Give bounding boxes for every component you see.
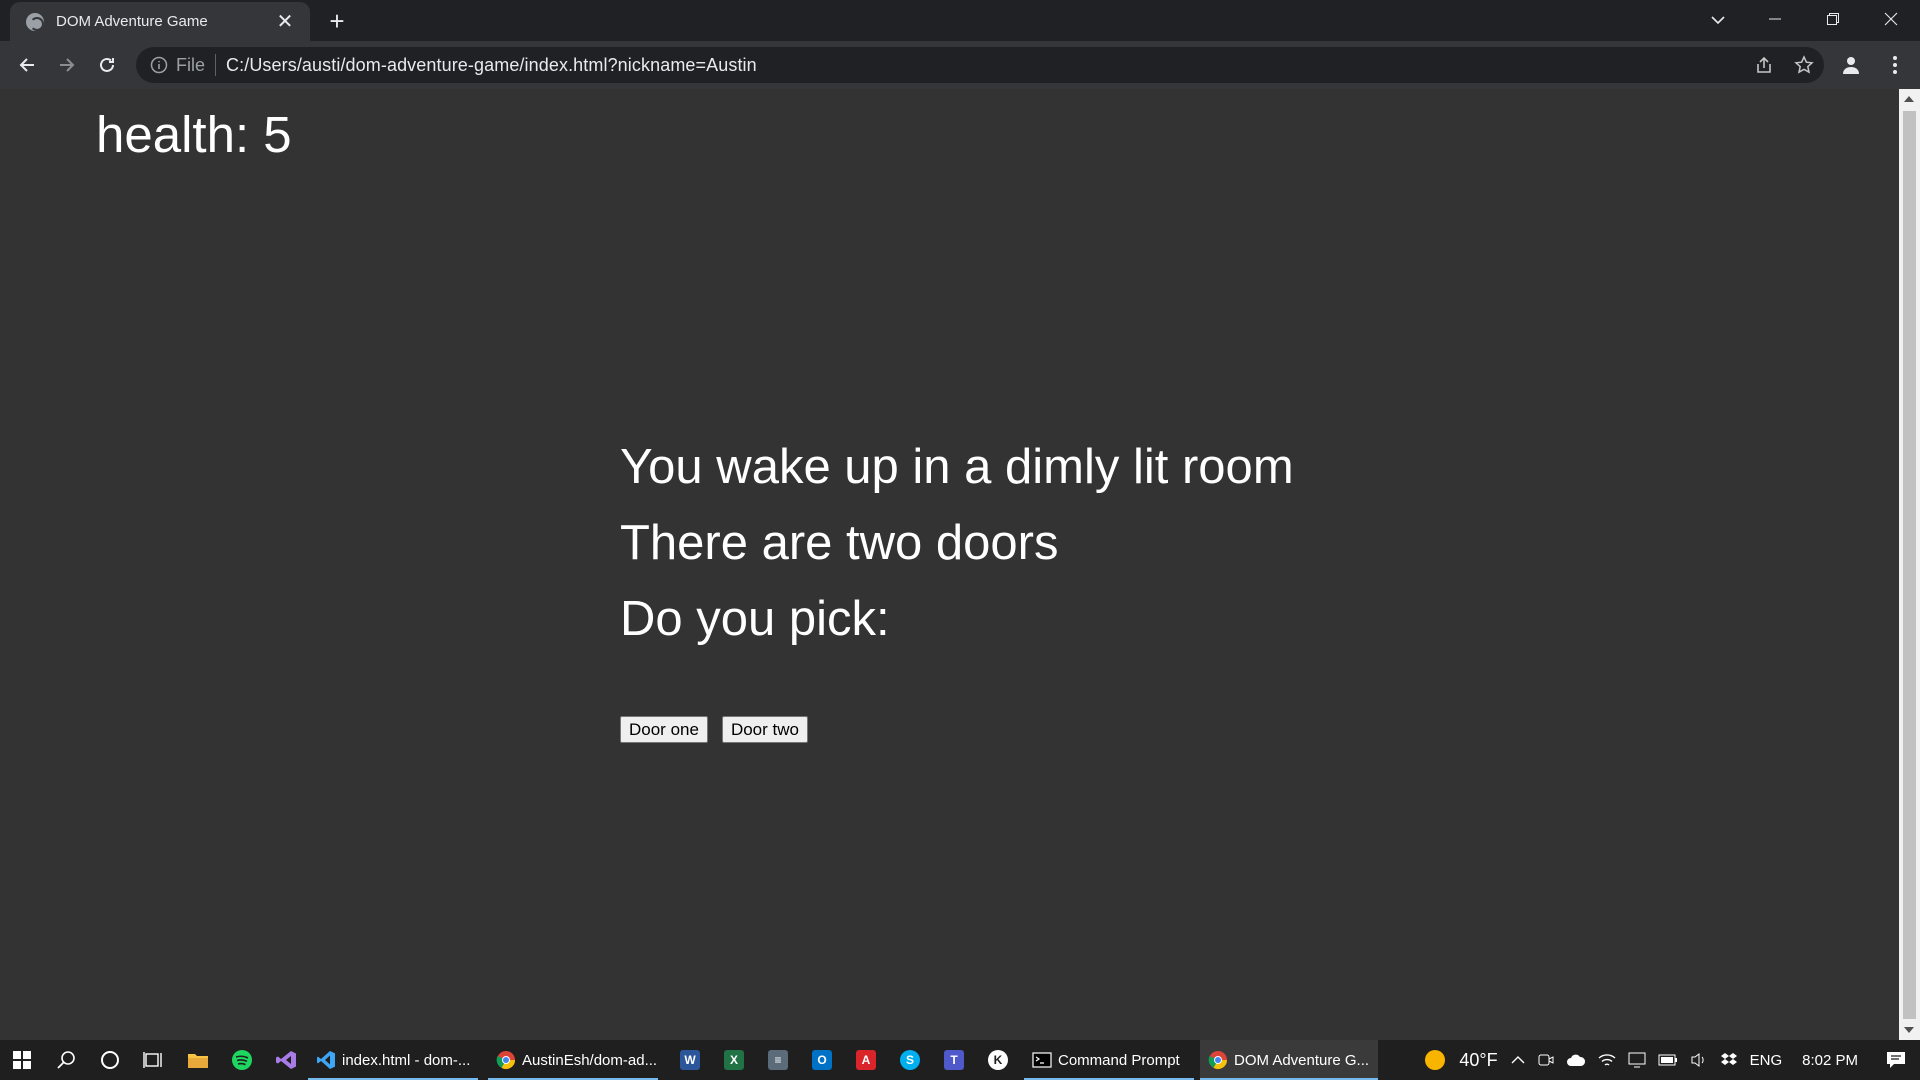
spotify-icon[interactable]	[220, 1040, 264, 1080]
volume-icon[interactable]	[1684, 1040, 1714, 1080]
taskbar-app-dom-adventure-chrome[interactable]: DOM Adventure G...	[1200, 1040, 1378, 1080]
teams-icon[interactable]: T	[932, 1040, 976, 1080]
excel-icon[interactable]: X	[712, 1040, 756, 1080]
window-controls	[1746, 0, 1920, 38]
tab-title: DOM Adventure Game	[56, 13, 208, 30]
meet-now-icon[interactable]	[1532, 1040, 1560, 1080]
vscode-icon	[316, 1050, 336, 1070]
wifi-icon[interactable]	[1592, 1040, 1622, 1080]
taskbar-app-label: index.html - dom-...	[342, 1051, 471, 1069]
weather-sun-icon[interactable]	[1417, 1040, 1453, 1080]
info-icon[interactable]	[150, 56, 168, 74]
url-text[interactable]: C:/Users/austi/dom-adventure-game/index.…	[226, 55, 757, 76]
scrollbar-thumb[interactable]	[1903, 111, 1916, 1019]
system-tray: 40°F ENG 8:02 PM	[1417, 1040, 1920, 1080]
divider	[215, 54, 217, 76]
skype-icon[interactable]: S	[888, 1040, 932, 1080]
arrow-left-icon	[19, 58, 34, 72]
forward-button[interactable]	[52, 50, 82, 80]
tab-search-button[interactable]	[1706, 8, 1730, 32]
share-icon[interactable]	[1752, 53, 1776, 77]
kodi-icon[interactable]: K	[976, 1040, 1020, 1080]
bookmark-star-icon[interactable]	[1792, 53, 1816, 77]
search-icon[interactable]	[44, 1040, 88, 1080]
network-display-icon[interactable]	[1622, 1040, 1652, 1080]
cortana-icon[interactable]	[88, 1040, 132, 1080]
task-view-icon[interactable]	[132, 1040, 176, 1080]
scroll-up-icon[interactable]	[1904, 96, 1914, 102]
outlook-icon[interactable]: O	[800, 1040, 844, 1080]
door-two-button[interactable]: Door two	[721, 716, 808, 743]
back-button[interactable]	[12, 50, 42, 80]
close-icon	[1884, 12, 1898, 26]
battery-icon[interactable]	[1652, 1040, 1684, 1080]
file-explorer-icon[interactable]	[176, 1040, 220, 1080]
cmd-icon	[1032, 1050, 1052, 1070]
taskbar: index.html - dom-... AustinEsh/dom-ad...…	[0, 1040, 1920, 1080]
chevron-up-icon[interactable]	[1504, 1040, 1532, 1080]
windows-start-icon[interactable]	[0, 1040, 44, 1080]
clock-time[interactable]: 8:02 PM	[1788, 1040, 1872, 1080]
story-line: Do you pick:	[620, 592, 890, 646]
profile-avatar-icon[interactable]	[1836, 50, 1866, 80]
language-indicator[interactable]: ENG	[1744, 1040, 1789, 1080]
menu-kebab-icon[interactable]	[1880, 50, 1910, 80]
word-icon[interactable]: W	[668, 1040, 712, 1080]
choice-buttons: Door one Door two	[620, 716, 808, 743]
reload-icon	[100, 57, 114, 72]
reload-button[interactable]	[92, 50, 122, 80]
page-viewport: health: 5 You wake up in a dimly lit roo…	[0, 89, 1899, 1040]
visual-studio-icon[interactable]	[264, 1040, 308, 1080]
chrome-icon	[496, 1050, 516, 1070]
tab-strip: DOM Adventure Game ✕ +	[0, 0, 1920, 41]
close-tab-button[interactable]: ✕	[274, 11, 296, 33]
story-text: You wake up in a dimly lit room There ar…	[620, 443, 1294, 671]
scheme-label: File	[176, 54, 206, 75]
close-window-button[interactable]	[1862, 0, 1920, 38]
onedrive-cloud-icon[interactable]	[1560, 1040, 1592, 1080]
browser-tab[interactable]: DOM Adventure Game ✕	[10, 2, 310, 41]
taskbar-app-command-prompt[interactable]: Command Prompt	[1024, 1040, 1194, 1080]
notepad-icon[interactable]: ≡	[756, 1040, 800, 1080]
notifications-icon[interactable]	[1872, 1040, 1920, 1080]
door-one-button[interactable]: Door one	[620, 716, 708, 743]
scroll-down-icon[interactable]	[1904, 1027, 1914, 1033]
restore-icon	[1827, 13, 1839, 25]
page-scrollbar[interactable]	[1899, 89, 1920, 1040]
acrobat-icon[interactable]: A	[844, 1040, 888, 1080]
taskbar-app-label: Command Prompt	[1058, 1051, 1180, 1069]
arrow-right-icon	[60, 58, 75, 72]
chrome-icon	[1208, 1050, 1228, 1070]
address-bar[interactable]: File C:/Users/austi/dom-adventure-game/i…	[136, 47, 1824, 83]
browser-toolbar: File C:/Users/austi/dom-adventure-game/i…	[0, 41, 1920, 89]
minimize-button[interactable]	[1746, 0, 1804, 38]
temperature-text[interactable]: 40°F	[1453, 1040, 1503, 1080]
taskbar-app-vscode[interactable]: index.html - dom-...	[308, 1040, 478, 1080]
story-line: There are two doors	[620, 516, 1059, 570]
minimize-icon	[1769, 18, 1781, 20]
restore-button[interactable]	[1804, 0, 1862, 38]
chevron-down-icon	[1711, 16, 1725, 25]
health-counter: health: 5	[96, 106, 292, 163]
globe-icon	[26, 12, 44, 31]
dropbox-icon[interactable]	[1714, 1040, 1744, 1080]
new-tab-button[interactable]: +	[322, 6, 352, 36]
taskbar-app-label: DOM Adventure G...	[1234, 1051, 1370, 1069]
taskbar-app-github-chrome[interactable]: AustinEsh/dom-ad...	[488, 1040, 658, 1080]
taskbar-app-label: AustinEsh/dom-ad...	[522, 1051, 658, 1069]
story-line: You wake up in a dimly lit room	[620, 440, 1294, 494]
